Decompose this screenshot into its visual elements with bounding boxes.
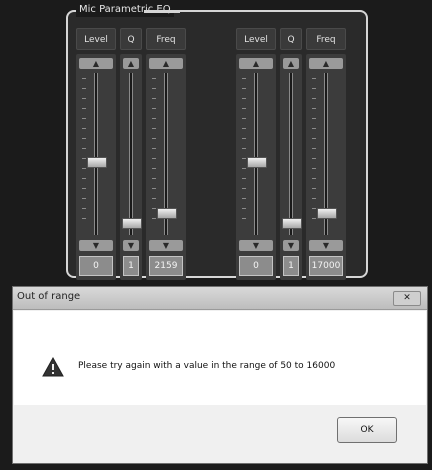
freq-control: Freq ▲ ▼ 2159: [146, 28, 186, 280]
decrease-button[interactable]: ▼: [149, 240, 183, 251]
value-field[interactable]: 1: [283, 256, 299, 276]
slider-track[interactable]: [94, 73, 98, 235]
close-button[interactable]: ✕: [393, 291, 421, 306]
slider-track[interactable]: [254, 73, 258, 235]
slider-thumb[interactable]: [157, 207, 177, 219]
dialog-titlebar[interactable]: Out of range ✕: [13, 287, 427, 310]
column-header-freq: Freq: [306, 28, 346, 50]
ok-button[interactable]: OK: [337, 417, 397, 443]
freq-control: Freq ▲ ▼ 17000: [306, 28, 346, 280]
q-control: Q ▲ ▼ 1: [120, 28, 142, 280]
q-control: Q ▲ ▼ 1: [280, 28, 302, 280]
column-header-level: Level: [76, 28, 116, 50]
slider-ticks: [312, 78, 316, 228]
slider-thumb[interactable]: [282, 218, 302, 230]
decrease-button[interactable]: ▼: [79, 240, 113, 251]
level-control: Level ▲ ▼ 0: [76, 28, 116, 280]
value-field[interactable]: 17000: [309, 256, 343, 276]
slider-thumb[interactable]: [317, 207, 337, 219]
column-header-q: Q: [280, 28, 302, 50]
out-of-range-dialog: Out of range ✕ Please try again with a v…: [12, 286, 428, 464]
increase-button[interactable]: ▲: [283, 58, 299, 69]
slider-track[interactable]: [129, 73, 133, 235]
eq-channel-right: Level ▲ ▼ 0 Q ▲ ▼ 1 Freq ▲ ▼ 17000: [236, 28, 354, 280]
column-header-freq: Freq: [146, 28, 186, 50]
slider-track[interactable]: [289, 73, 293, 235]
value-field[interactable]: 0: [239, 256, 273, 276]
slider-thumb[interactable]: [87, 157, 107, 169]
slider-thumb[interactable]: [247, 157, 267, 169]
dialog-body: Please try again with a value in the ran…: [14, 311, 426, 405]
warning-icon: [42, 357, 64, 377]
increase-button[interactable]: ▲: [239, 58, 273, 69]
column-header-q: Q: [120, 28, 142, 50]
increase-button[interactable]: ▲: [149, 58, 183, 69]
value-field[interactable]: 1: [123, 256, 139, 276]
column-header-level: Level: [236, 28, 276, 50]
decrease-button[interactable]: ▼: [123, 240, 139, 251]
slider-ticks: [242, 78, 246, 228]
decrease-button[interactable]: ▼: [239, 240, 273, 251]
decrease-button[interactable]: ▼: [283, 240, 299, 251]
dialog-title: Out of range: [17, 291, 81, 302]
eq-channel-left: Level ▲ ▼ 0 Q ▲ ▼ 1 Freq ▲ ▼ 2159: [76, 28, 194, 280]
slider-thumb[interactable]: [122, 218, 142, 230]
value-field[interactable]: 0: [79, 256, 113, 276]
increase-button[interactable]: ▲: [309, 58, 343, 69]
mic-parametric-eq-panel: Mic Parametric EQ Level ▲ ▼ 0 Q ▲ ▼ 1 Fr…: [66, 3, 368, 280]
increase-button[interactable]: ▲: [123, 58, 139, 69]
panel-title-decoration: [144, 10, 180, 13]
slider-ticks: [152, 78, 156, 228]
decrease-button[interactable]: ▼: [309, 240, 343, 251]
value-field[interactable]: 2159: [149, 256, 183, 276]
increase-button[interactable]: ▲: [79, 58, 113, 69]
slider-ticks: [82, 78, 86, 228]
level-control: Level ▲ ▼ 0: [236, 28, 276, 280]
dialog-message: Please try again with a value in the ran…: [78, 361, 336, 371]
